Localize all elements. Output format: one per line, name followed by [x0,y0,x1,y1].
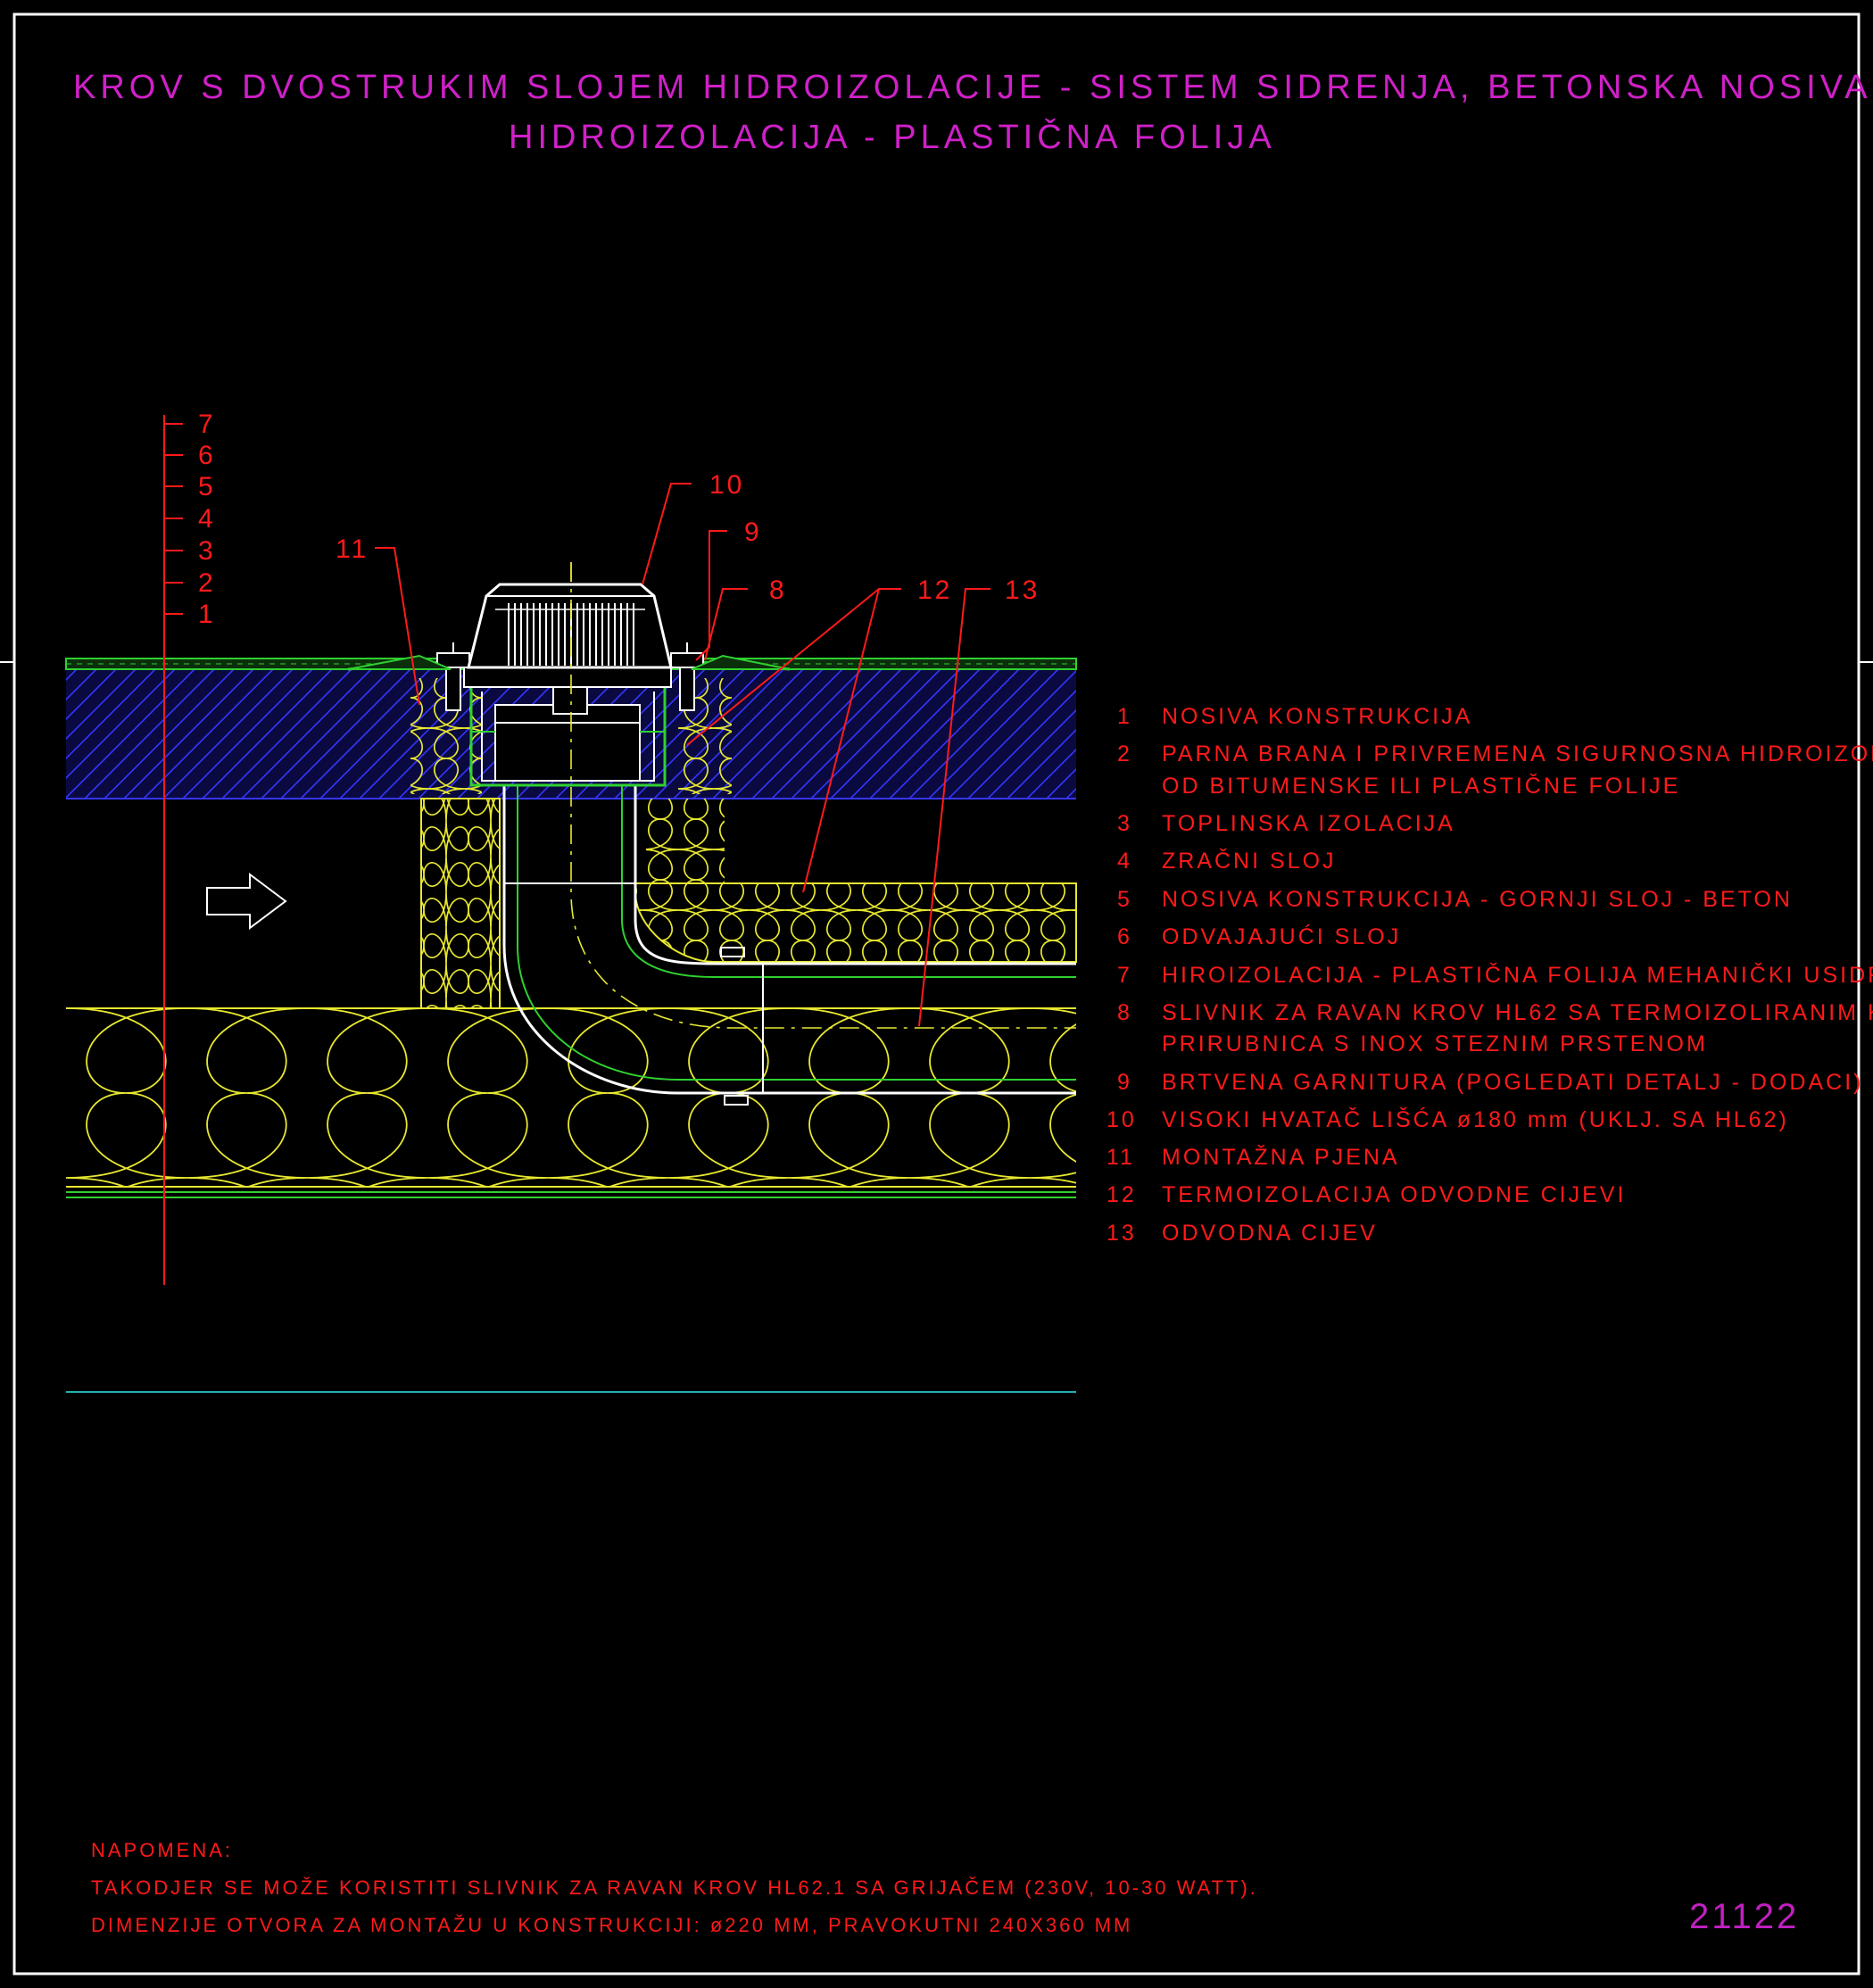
legend-number: 10 [1106,1107,1137,1132]
notes-line-1: TAKODJER SE MOŽE KORISTITI SLIVNIK ZA RA… [91,1876,1258,1899]
legend-text: TOPLINSKA IZOLACIJA [1162,811,1455,836]
legend-number: 9 [1117,1070,1132,1095]
legend: 1 NOSIVA KONSTRUKCIJA 2 PARNA BRANA I PR… [1106,704,1873,1246]
legend-text: PRIRUBNICA S INOX STEZNIM PRSTENOM [1162,1031,1708,1056]
legend-text: PARNA BRANA I PRIVREMENA SIGURNOSNA HIDR… [1162,741,1873,766]
legend-text: ODVAJAJUĆI SLOJ [1162,924,1401,949]
legend-number: 12 [1106,1182,1137,1207]
callout-label: 11 [336,534,369,564]
legend-text: VISOKI HVATAČ LIŠĆA ø180 mm (UKLJ. SA HL… [1162,1106,1789,1132]
legend-text: HIROIZOLACIJA - PLASTIČNA FOLIJA MEHANIČ… [1162,962,1873,988]
legend-text: TERMOIZOLACIJA ODVODNE CIJEVI [1162,1182,1626,1207]
level-label: 6 [198,441,216,470]
callout-label: 12 [917,576,952,605]
legend-text: MONTAŽNA PJENA [1162,1144,1400,1170]
drawing-code: 21122 [1689,1897,1799,1936]
level-label: 2 [198,568,216,598]
notes-line-2: DIMENZIJE OTVORA ZA MONTAŽU U KONSTRUKCI… [91,1914,1132,1936]
legend-number: 1 [1117,704,1132,729]
legend-number: 5 [1117,887,1132,912]
legend-number: 4 [1117,849,1132,874]
roof-drain-section-drawing: KROV S DVOSTRUKIM SLOJEM HIDROIZOLACIJE … [0,12,1873,1976]
legend-text: BRTVENA GARNITURA (POGLEDATI DETALJ - DO… [1162,1070,1864,1095]
callout-label: 10 [709,470,744,500]
legend-text: NOSIVA KONSTRUKCIJA [1162,704,1472,729]
level-label: 1 [198,600,216,629]
legend-number: 13 [1106,1221,1137,1246]
legend-text: NOSIVA KONSTRUKCIJA - GORNJI SLOJ - BETO… [1162,887,1793,912]
callout-label: 9 [744,518,762,547]
legend-text: ZRAČNI SLOJ [1162,848,1337,874]
sheet-border [12,12,1861,1976]
level-label: 4 [198,504,216,534]
callout-label: 8 [769,576,787,605]
legend-text: OD BITUMENSKE ILI PLASTIČNE FOLIJE [1162,773,1680,799]
notes-heading: NAPOMENA: [91,1839,233,1861]
legend-number: 7 [1117,963,1132,988]
notes: NAPOMENA: TAKODJER SE MOŽE KORISTITI SLI… [91,1839,1258,1936]
legend-text: ODVODNA CIJEV [1162,1221,1378,1246]
legend-number: 11 [1106,1145,1135,1170]
legend-number: 6 [1117,924,1132,949]
level-label: 7 [198,410,216,439]
level-label: 3 [198,536,216,566]
legend-number: 3 [1117,811,1132,836]
legend-text: SLIVNIK ZA RAVAN KROV HL62 SA TERMOIZOLI… [1162,999,1873,1025]
flow-arrow [206,873,287,930]
title-line-2: HIDROIZOLACIJA - PLASTIČNA FOLIJA [509,117,1276,156]
title-line-1: KROV S DVOSTRUKIM SLOJEM HIDROIZOLACIJE … [73,69,1873,106]
level-label: 5 [198,472,216,501]
legend-number: 2 [1117,741,1132,766]
legend-number: 8 [1117,1000,1132,1025]
callout-label: 13 [1005,576,1040,605]
